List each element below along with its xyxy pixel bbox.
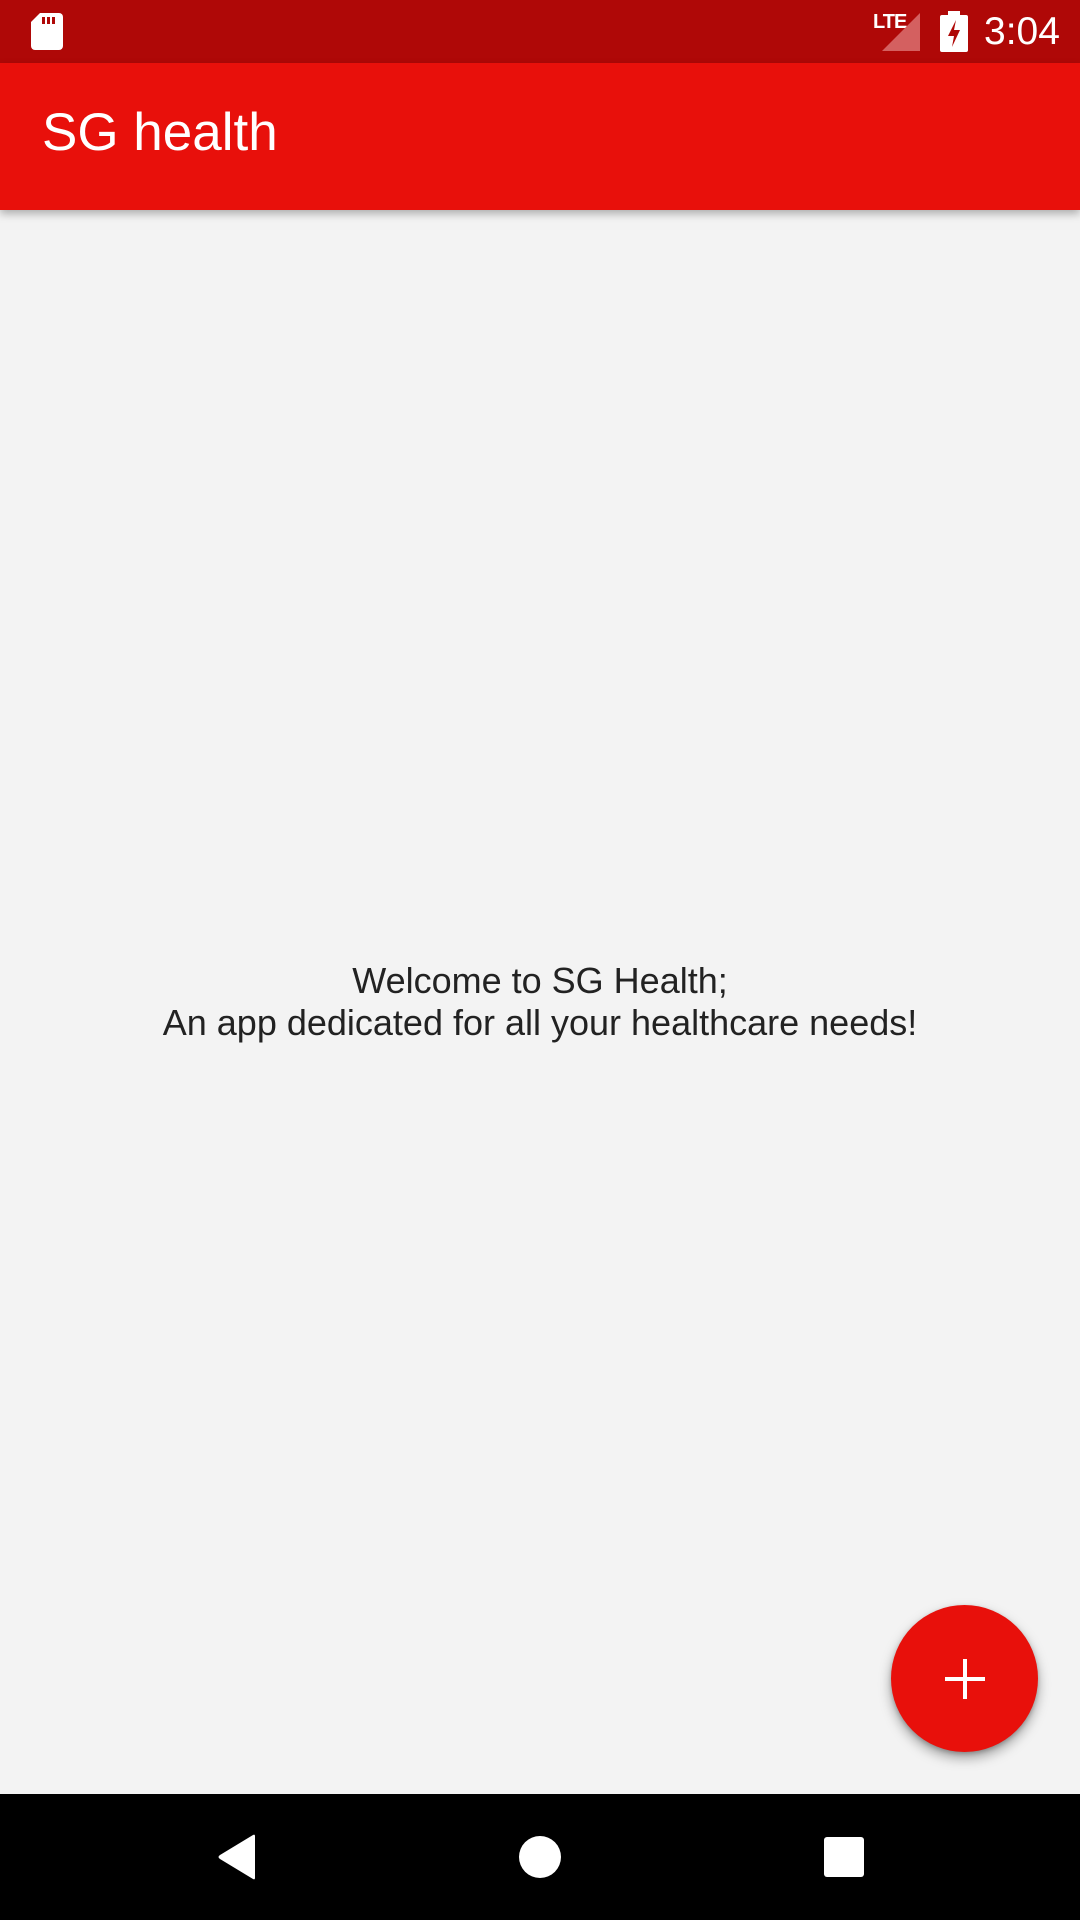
battery-charging-icon — [940, 11, 968, 52]
nav-home-button[interactable] — [460, 1794, 620, 1920]
app-toolbar: SG health — [0, 63, 1080, 210]
status-bar: LTE 3:04 — [0, 0, 1080, 63]
sd-card-icon — [31, 13, 63, 50]
welcome-line-1: Welcome to SG Health; — [352, 960, 728, 1001]
add-button[interactable] — [891, 1605, 1038, 1752]
welcome-line-2: An app dedicated for all your healthcare… — [162, 1002, 918, 1043]
home-icon — [519, 1836, 561, 1878]
app-screen: LTE 3:04 SG health Welcome to SG Health;… — [0, 0, 1080, 1920]
system-navigation-bar — [0, 1794, 1080, 1920]
nav-recents-button[interactable] — [764, 1794, 924, 1920]
back-icon — [218, 1834, 255, 1880]
cellular-signal-icon — [882, 13, 920, 51]
main-content: Welcome to SG Health; An app dedicated f… — [0, 210, 1080, 1794]
plus-icon — [944, 1658, 985, 1699]
app-title: SG health — [42, 103, 278, 162]
nav-back-button[interactable] — [157, 1794, 317, 1920]
status-time: 3:04 — [984, 10, 1060, 53]
recents-icon — [824, 1837, 864, 1877]
welcome-message: Welcome to SG Health; An app dedicated f… — [0, 960, 1080, 1044]
